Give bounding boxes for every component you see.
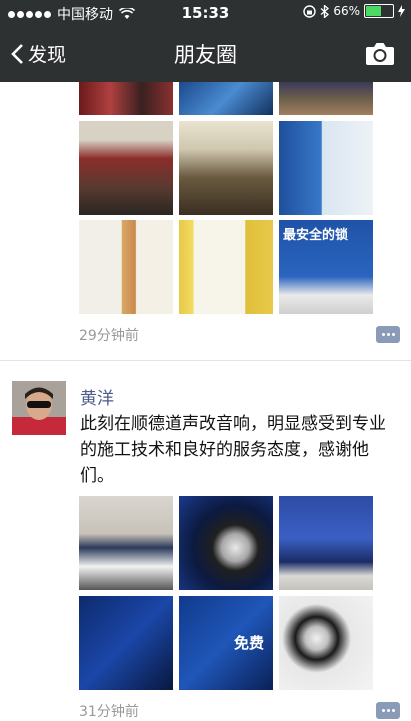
avatar-image xyxy=(12,381,66,435)
post-photo[interactable] xyxy=(79,496,173,590)
post-photo[interactable] xyxy=(279,596,373,690)
status-bar: 中国移动 15:33 66% xyxy=(0,0,411,26)
post-photo[interactable] xyxy=(79,121,173,215)
post-timestamp: 31分钟前 xyxy=(79,704,139,720)
avatar[interactable] xyxy=(12,381,66,435)
post-photo[interactable] xyxy=(279,82,373,115)
post-photo[interactable] xyxy=(79,220,173,314)
post-photo[interactable] xyxy=(179,496,273,590)
post-photo[interactable]: 免费 xyxy=(179,596,273,690)
post-photo[interactable] xyxy=(179,220,273,314)
post-photo[interactable] xyxy=(279,496,373,590)
camera-icon[interactable] xyxy=(365,40,395,66)
photo-caption: 最安全的锁 xyxy=(283,228,349,243)
post-timestamp: 29分钟前 xyxy=(79,328,139,344)
photo-caption: 免费 xyxy=(234,634,265,652)
nav-bar: 发现 朋友圈 xyxy=(0,26,411,82)
comment-button[interactable] xyxy=(376,326,400,343)
comment-button[interactable] xyxy=(376,702,400,719)
battery-percentage: 66% xyxy=(333,4,360,18)
post-photo[interactable] xyxy=(279,121,373,215)
post-photo[interactable] xyxy=(179,82,273,115)
post-photo[interactable]: 最安全的锁 xyxy=(279,220,373,314)
post-photo[interactable] xyxy=(79,596,173,690)
post-divider xyxy=(0,360,411,361)
charging-icon xyxy=(398,5,405,17)
post-text: 此刻在顺德道声改音响，明显感受到专业的施工技术和良好的服务态度，感谢他们。 xyxy=(80,414,386,486)
post-author[interactable]: 黄洋 xyxy=(80,384,114,409)
lock-rotation-icon xyxy=(303,4,317,18)
bluetooth-icon xyxy=(320,4,330,18)
post-photo[interactable] xyxy=(179,121,273,215)
page-title: 朋友圈 xyxy=(174,43,237,67)
battery-icon xyxy=(364,4,394,18)
post-photo[interactable] xyxy=(79,82,173,115)
